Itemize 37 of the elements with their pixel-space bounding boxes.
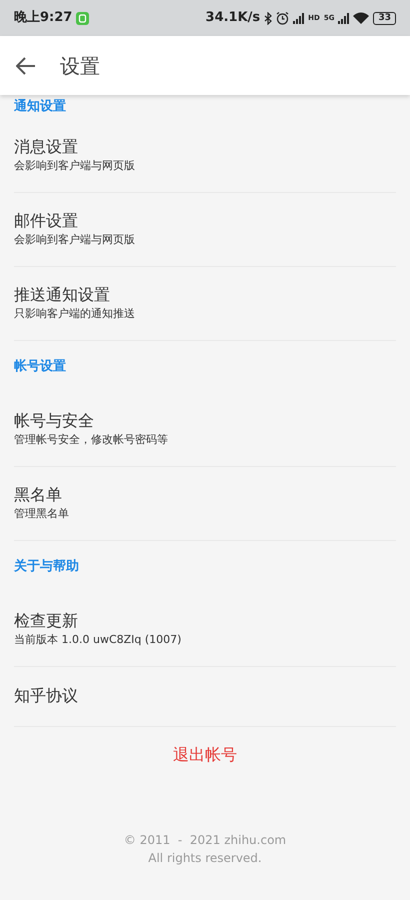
app-icon [76,12,90,24]
item-subtitle: 只影响客户端的通知推送 [14,306,136,322]
item-subtitle: 当前版本 1.0.0 uwC8ZIq (1007) [14,632,182,648]
rights-text: All rights reserved. [148,850,262,867]
settings-item[interactable]: 知乎协议 [14,667,396,727]
clock-time: 晚上9:27 [14,9,72,28]
wifi-icon [353,12,370,24]
item-title: 邮件设置 [14,211,79,232]
settings-item[interactable]: 推送通知设置 只影响客户端的通知推送 [14,267,396,341]
settings-item[interactable]: 消息设置 会影响到客户端与网页版 [14,119,396,193]
item-subtitle: 会影响到客户端与网页版 [14,158,136,174]
back-icon[interactable] [16,56,36,74]
settings-item[interactable]: 黑名单 管理黑名单 [14,467,396,541]
section-header: 通知设置 [14,98,66,116]
section-header: 帐号设置 [14,358,66,376]
battery-level: 33 [373,12,396,24]
signal-icon [293,12,304,24]
item-title: 消息设置 [14,137,79,158]
item-subtitle: 会影响到客户端与网页版 [14,232,136,248]
settings-item[interactable]: 邮件设置 会影响到客户端与网页版 [14,193,396,267]
item-title: 黑名单 [14,485,63,506]
page-title: 设置 [60,52,100,80]
logout-button[interactable]: 退出帐号 [167,742,243,768]
settings-item[interactable]: 检查更新 当前版本 1.0.0 uwC8ZIq (1007) [14,593,396,667]
item-title: 检查更新 [14,611,79,632]
item-title: 知乎协议 [14,686,79,707]
settings-item[interactable]: 帐号与安全 管理帐号安全，修改帐号密码等 [14,393,396,467]
item-subtitle: 管理帐号安全，修改帐号密码等 [14,432,169,448]
signal-icon [338,12,350,24]
bluetooth-icon [264,12,272,24]
item-title: 帐号与安全 [14,411,95,432]
item-subtitle: 管理黑名单 [14,506,70,522]
section-header: 关于与帮助 [14,558,79,576]
network-speed: 34.1K/s [206,9,260,28]
item-title: 推送通知设置 [14,285,111,306]
copyright-text: © 2011 - 2021 zhihu.com [124,832,286,849]
alarm-icon [276,12,290,24]
